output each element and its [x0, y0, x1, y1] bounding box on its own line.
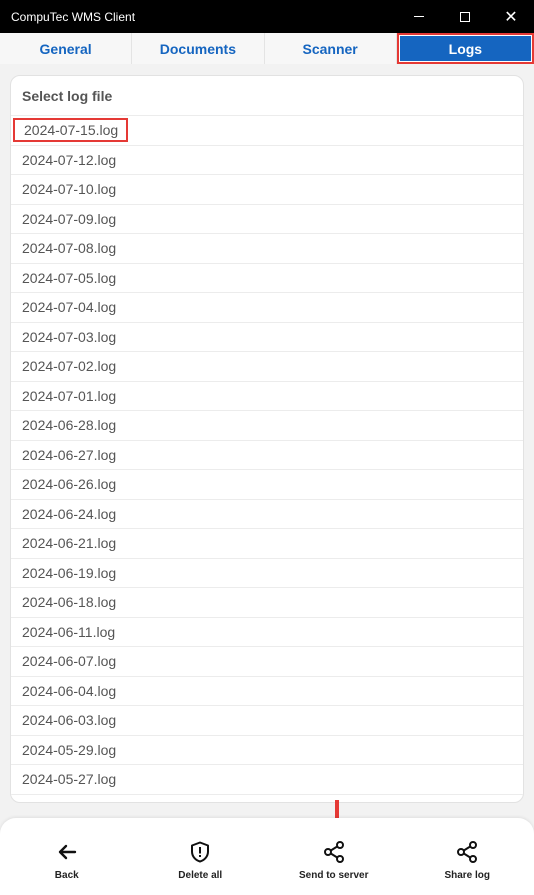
share-icon	[457, 841, 478, 863]
log-file-item[interactable]: 2024-06-11.log	[11, 618, 523, 647]
log-file-name: 2024-06-18.log	[22, 594, 117, 611]
log-file-item[interactable]: 2024-07-03.log	[11, 323, 523, 352]
log-file-name: 2024-07-02.log	[22, 358, 117, 375]
log-file-item[interactable]: 2024-06-18.log	[11, 588, 523, 618]
log-file-item[interactable]: 2024-06-21.log	[11, 529, 523, 559]
list-header: Select log file	[11, 76, 523, 116]
log-file-item[interactable]: 2024-07-05.log	[11, 264, 523, 293]
log-file-item[interactable]: 2024-06-04.log	[11, 677, 523, 706]
log-file-name: 2024-07-10.log	[22, 181, 117, 198]
log-file-name: 2024-07-15.log	[13, 118, 129, 143]
log-file-item[interactable]: 2024-07-08.log	[11, 234, 523, 264]
close-icon: ✕	[504, 6, 518, 26]
log-items-container: 2024-07-15.log 2024-07-12.log 2024-07-10.l…	[11, 116, 523, 795]
log-file-name: 2024-06-03.log	[22, 712, 117, 729]
log-file-item[interactable]: 2024-06-27.log	[11, 441, 523, 470]
tab-documents[interactable]: Documents	[132, 33, 265, 64]
log-file-name: 2024-05-29.log	[22, 741, 117, 758]
log-file-item[interactable]: 2024-07-01.log	[11, 382, 523, 411]
delete-all-label: Delete all	[178, 870, 223, 881]
back-button[interactable]: Back	[0, 818, 134, 895]
log-file-item[interactable]: 2024-07-12.log	[11, 146, 523, 175]
log-file-name: 2024-07-08.log	[22, 240, 117, 257]
arrow-left-icon	[58, 844, 76, 860]
log-file-item[interactable]: 2024-07-15.log	[11, 116, 523, 146]
log-file-item[interactable]: 2024-06-03.log	[11, 706, 523, 736]
log-file-list: Select log file 2024-07-15.log 2024-07-12…	[10, 75, 524, 803]
log-file-name: 2024-07-12.log	[22, 151, 117, 168]
minimize-button[interactable]	[396, 0, 442, 33]
delete-all-button[interactable]: Delete all	[134, 818, 268, 895]
maximize-button[interactable]	[442, 0, 488, 33]
share-log-label: Share log	[444, 870, 491, 881]
bottom-action-bar: Back Delete all Send to server Share log	[0, 818, 534, 895]
log-file-item[interactable]: 2024-06-26.log	[11, 470, 523, 500]
tab-logs[interactable]: Logs	[396, 33, 534, 64]
tab-general[interactable]: General	[0, 33, 133, 64]
log-file-name: 2024-06-27.log	[22, 446, 117, 463]
tab-scanner[interactable]: Scanner	[264, 33, 397, 64]
title-bar: CompuTec WMS Client ✕	[0, 0, 534, 33]
log-file-name: 2024-06-11.log	[22, 623, 116, 640]
log-file-name: 2024-06-26.log	[22, 476, 117, 493]
log-file-item[interactable]: 2024-07-09.log	[11, 205, 523, 234]
log-file-item[interactable]: 2024-07-10.log	[11, 175, 523, 205]
window-title: CompuTec WMS Client	[11, 9, 136, 24]
log-file-name: 2024-07-04.log	[22, 299, 117, 316]
log-file-item[interactable]: 2024-06-07.log	[11, 647, 523, 677]
log-file-name: 2024-07-01.log	[22, 387, 117, 404]
close-button[interactable]: ✕	[488, 0, 534, 33]
log-file-item[interactable]: 2024-07-02.log	[11, 352, 523, 382]
share-log-button[interactable]: Share log	[401, 818, 534, 895]
maximize-icon	[460, 11, 470, 22]
log-file-item[interactable]: 2024-07-04.log	[11, 293, 523, 323]
log-file-name: 2024-06-19.log	[22, 564, 117, 581]
log-file-item[interactable]: 2024-05-29.log	[11, 736, 523, 765]
log-file-item[interactable]: 2024-06-24.log	[11, 500, 523, 529]
send-to-server-label: Send to server	[299, 870, 369, 881]
minimize-icon	[414, 16, 424, 17]
log-file-item[interactable]: 2024-06-28.log	[11, 411, 523, 441]
shield-alert-icon	[191, 841, 210, 863]
log-file-name: 2024-06-04.log	[22, 682, 117, 699]
log-file-name: 2024-07-03.log	[22, 328, 117, 345]
tab-bar: General Documents Scanner Logs	[0, 33, 534, 64]
log-file-name: 2024-06-24.log	[22, 505, 117, 522]
log-file-item[interactable]: 2024-06-19.log	[11, 559, 523, 588]
share-icon	[323, 841, 344, 863]
log-file-item[interactable]: 2024-05-27.log	[11, 765, 523, 795]
log-file-name: 2024-06-21.log	[22, 535, 117, 552]
log-file-name: 2024-07-05.log	[22, 269, 117, 286]
back-label: Back	[54, 870, 79, 881]
log-file-name: 2024-05-27.log	[22, 771, 117, 788]
log-file-name: 2024-06-07.log	[22, 653, 117, 670]
log-file-name: 2024-07-09.log	[22, 210, 117, 227]
log-file-name: 2024-06-28.log	[22, 417, 117, 434]
send-to-server-button[interactable]: Send to server	[267, 818, 401, 895]
